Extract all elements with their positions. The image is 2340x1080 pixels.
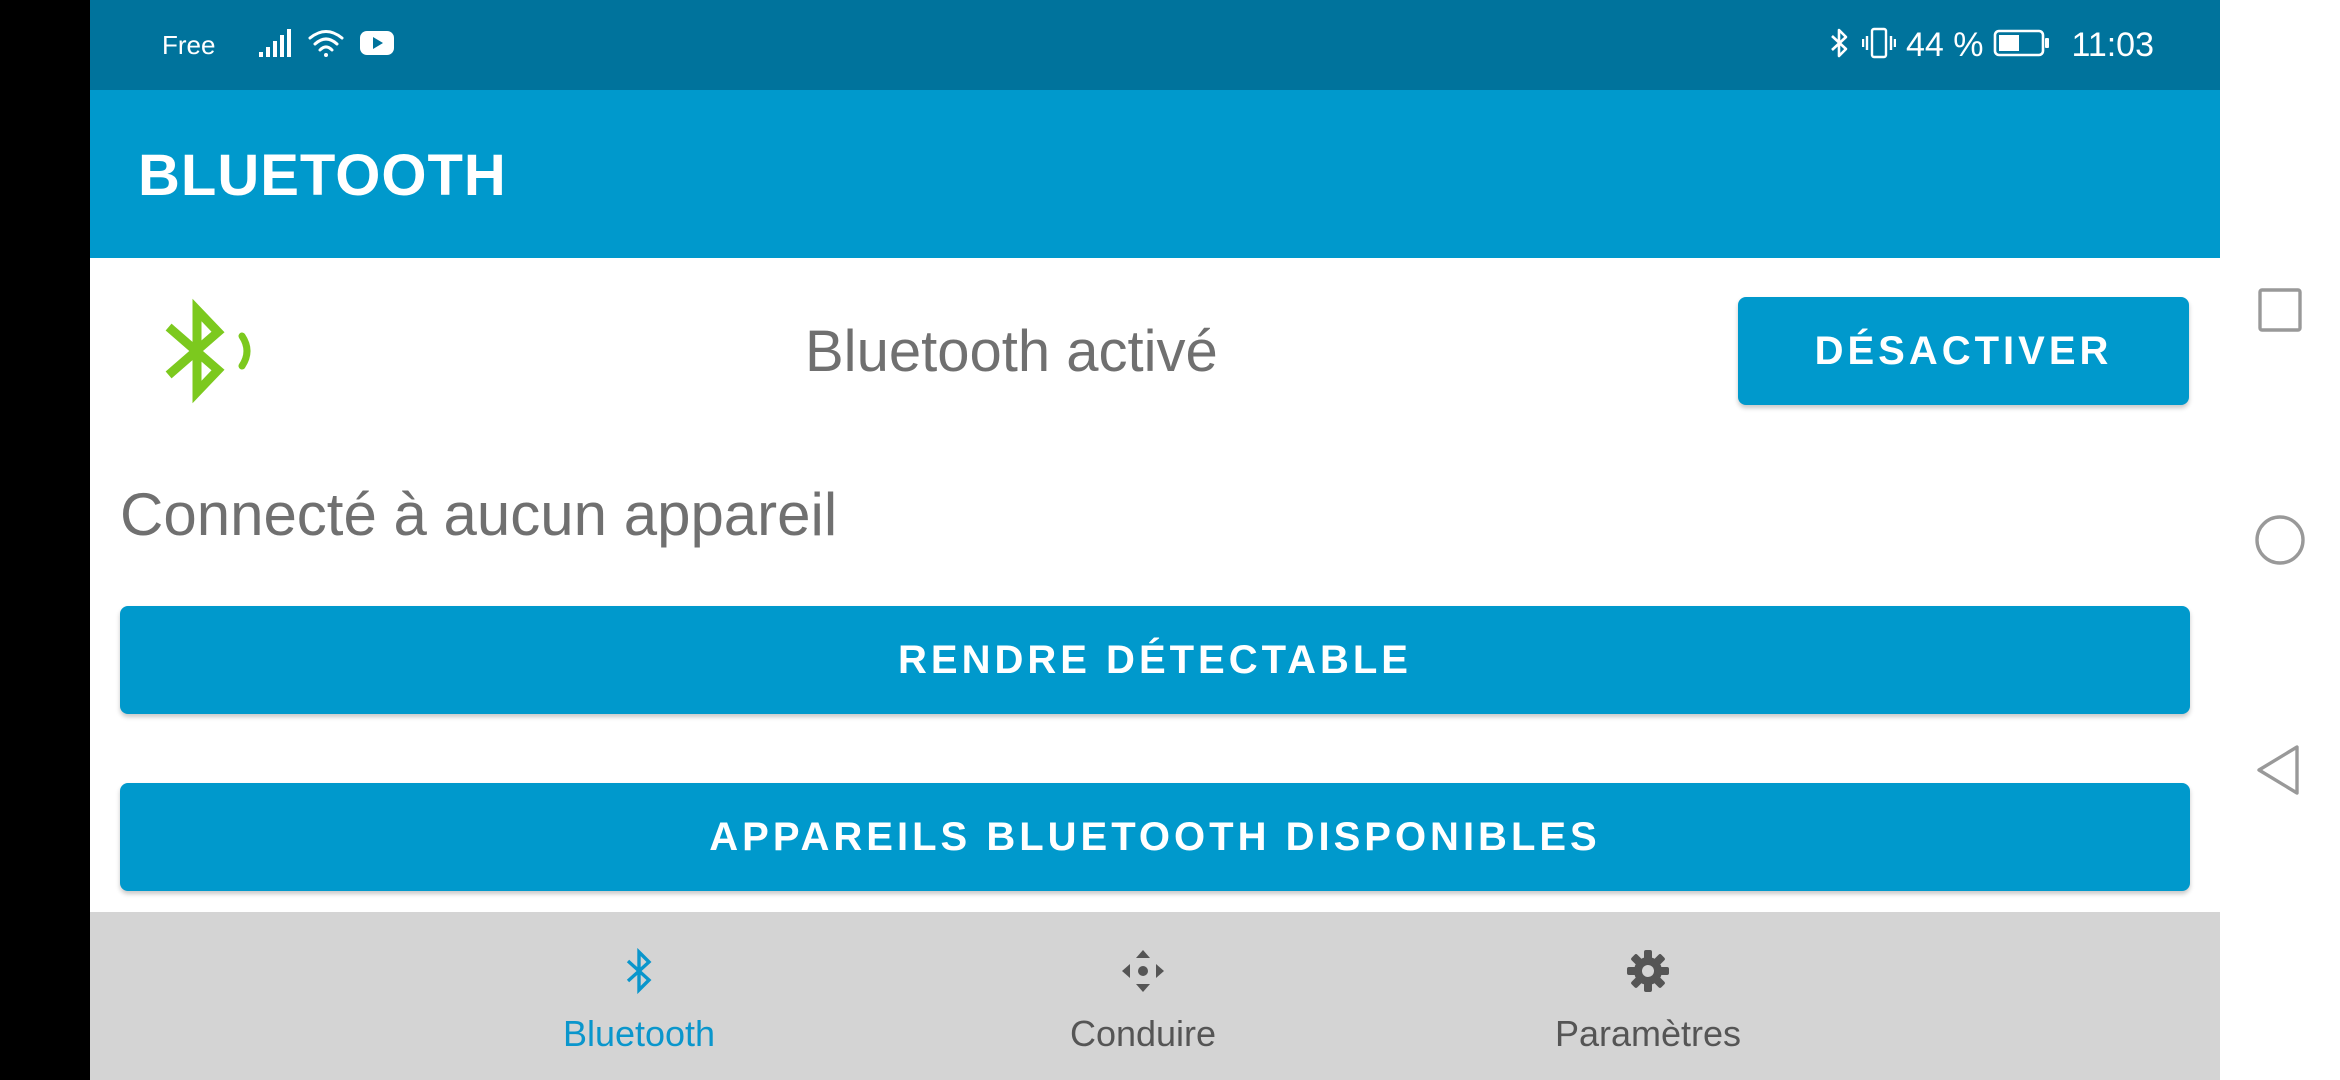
- available-devices-button[interactable]: APPAREILS BLUETOOTH DISPONIBLES: [120, 783, 2190, 891]
- signal-icon: [257, 28, 293, 63]
- clock: 11:03: [2071, 25, 2154, 64]
- battery-icon: [1993, 28, 2051, 63]
- screen-notch-area: [0, 0, 90, 1080]
- home-button[interactable]: [2251, 511, 2309, 569]
- make-discoverable-button[interactable]: RENDRE DÉTECTABLE: [120, 606, 2190, 714]
- system-navigation-bar: [2220, 0, 2340, 1080]
- vibrate-icon: [1861, 26, 1897, 65]
- nav-label-bluetooth: Bluetooth: [562, 1013, 716, 1054]
- page-title: BLUETOOTH: [138, 143, 507, 208]
- recents-button[interactable]: [2251, 281, 2309, 339]
- bottom-navigation: Bluetooth Conduire Paramètres: [90, 912, 2220, 1080]
- nav-label-conduire: Conduire: [1069, 1013, 1217, 1054]
- nav-item-conduire[interactable]: Conduire: [933, 912, 1353, 1080]
- app-window: Free 44 % 11:03 BLUETOOTH Bluetooth acti…: [90, 0, 2220, 1080]
- deactivate-button[interactable]: DÉSACTIVER: [1738, 297, 2189, 405]
- wifi-icon: [307, 28, 345, 63]
- nav-label-parametres: Paramètres: [1554, 1013, 1742, 1054]
- bluetooth-status-text: Bluetooth activé: [805, 319, 1218, 384]
- nav-item-parametres[interactable]: Paramètres: [1438, 912, 1858, 1080]
- gear-icon: [1625, 912, 1671, 999]
- back-button[interactable]: [2251, 741, 2309, 799]
- status-bar: Free 44 % 11:03: [90, 0, 2220, 90]
- battery-percent: 44 %: [1905, 25, 1984, 64]
- connection-status: Connecté à aucun appareil: [120, 481, 838, 548]
- bluetooth-active-icon: [160, 296, 270, 406]
- app-bar: BLUETOOTH: [90, 90, 2220, 258]
- bluetooth-status-icon: [1828, 26, 1852, 65]
- nav-item-bluetooth[interactable]: Bluetooth: [429, 912, 849, 1080]
- bluetooth-icon: [624, 912, 654, 999]
- youtube-icon: [359, 29, 395, 62]
- move-arrows-icon: [1120, 912, 1166, 999]
- carrier-label: Free: [162, 29, 216, 60]
